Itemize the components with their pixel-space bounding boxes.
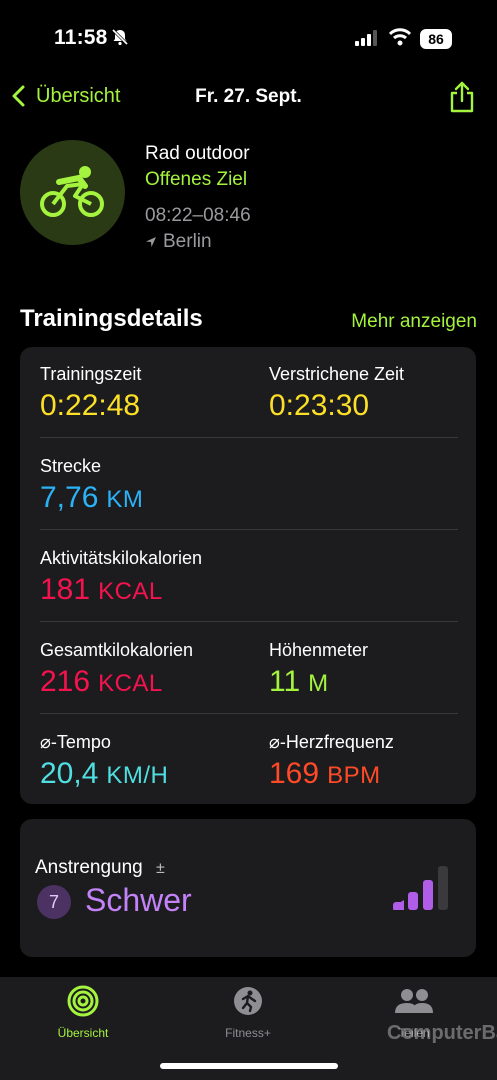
location-label: Berlin <box>163 231 212 252</box>
cycling-icon <box>40 166 104 217</box>
total-kcal-value: 216 KCAL <box>40 665 163 699</box>
effort-level-badge: 7 <box>37 885 71 919</box>
effort-label: Anstrengung ± <box>35 857 165 879</box>
distance-unit: KM <box>106 486 144 513</box>
workout-location: Berlin <box>145 231 212 253</box>
avg-speed-number: 20,4 <box>40 757 99 790</box>
tab-overview[interactable]: Übersicht <box>23 985 143 1040</box>
avg-hr-unit: BPM <box>327 762 381 789</box>
divider <box>40 713 458 714</box>
home-indicator[interactable] <box>160 1063 338 1069</box>
bell-slash-icon <box>111 28 129 46</box>
details-card: Trainingszeit 0:22:48 Verstrichene Zeit … <box>20 347 476 804</box>
total-kcal-label: Gesamtkilokalorien <box>40 640 194 660</box>
battery-icon: 86 <box>420 29 452 49</box>
effort-title: Anstrengung <box>35 857 143 878</box>
sharing-people-icon <box>395 989 433 1013</box>
active-kcal-unit: KCAL <box>98 578 163 605</box>
signal-icon <box>355 30 377 46</box>
divider <box>40 437 458 438</box>
workout-goal: Offenes Ziel <box>145 169 248 190</box>
elevation-label: Höhenmeter <box>269 640 369 660</box>
show-more-link[interactable]: Mehr anzeigen <box>351 311 477 333</box>
effort-level-text: Schwer <box>85 882 192 918</box>
tab-fitness-plus-label: Fitness+ <box>225 1026 271 1040</box>
nav-bar: Übersicht Fr. 27. Sept. <box>0 80 497 120</box>
training-time-value: 0:22:48 <box>40 389 141 422</box>
wifi-icon <box>389 28 411 46</box>
page-title: Fr. 27. Sept. <box>195 86 302 107</box>
training-time-label: Trainingszeit <box>40 364 142 384</box>
active-kcal-label: Aktivitätskilokalorien <box>40 548 203 568</box>
workout-type: Rad outdoor <box>145 143 250 164</box>
avg-speed-value: 20,4 KM/H <box>40 757 168 791</box>
fitness-plus-icon <box>234 987 262 1015</box>
divider <box>40 621 458 622</box>
tab-fitness-plus[interactable]: Fitness+ <box>188 985 308 1040</box>
effort-card[interactable]: Anstrengung ± 7 Schwer <box>20 819 476 957</box>
avg-hr-value: 169 BPM <box>269 757 381 791</box>
distance-value: 7,76 KM <box>40 481 143 515</box>
active-kcal-value: 181 KCAL <box>40 573 163 607</box>
divider <box>40 529 458 530</box>
avg-hr-number: 169 <box>269 757 320 790</box>
avg-hr-label: ⌀-Herzfrequenz <box>269 732 394 752</box>
active-kcal-number: 181 <box>40 573 91 606</box>
workout-time-range: 08:22–08:46 <box>145 205 251 226</box>
total-kcal-number: 216 <box>40 665 91 698</box>
total-kcal-unit: KCAL <box>98 670 163 697</box>
status-bar: 11:58 86 <box>0 0 497 80</box>
location-arrow-icon <box>146 237 156 247</box>
elapsed-time-label: Verstrichene Zeit <box>269 364 405 384</box>
tab-overview-label: Übersicht <box>57 1026 109 1040</box>
elevation-value: 11 M <box>269 665 329 699</box>
workout-icon-circle <box>20 140 125 245</box>
watermark: ComputerBase <box>387 1022 497 1044</box>
status-time: 11:58 <box>54 26 108 49</box>
activity-rings-icon <box>67 985 99 1017</box>
section-title: Trainingsdetails <box>20 305 203 332</box>
avg-speed-label: ⌀-Tempo <box>40 732 111 752</box>
elevation-unit: M <box>308 670 329 697</box>
elapsed-time-value: 0:23:30 <box>269 389 370 422</box>
distance-number: 7,76 <box>40 481 99 514</box>
distance-label: Strecke <box>40 456 102 476</box>
plus-minus-icon: ± <box>156 860 165 877</box>
share-icon[interactable] <box>448 80 476 114</box>
effort-bars-icon <box>393 866 448 910</box>
avg-speed-unit: KM/H <box>106 762 169 789</box>
elevation-number: 11 <box>269 665 301 698</box>
